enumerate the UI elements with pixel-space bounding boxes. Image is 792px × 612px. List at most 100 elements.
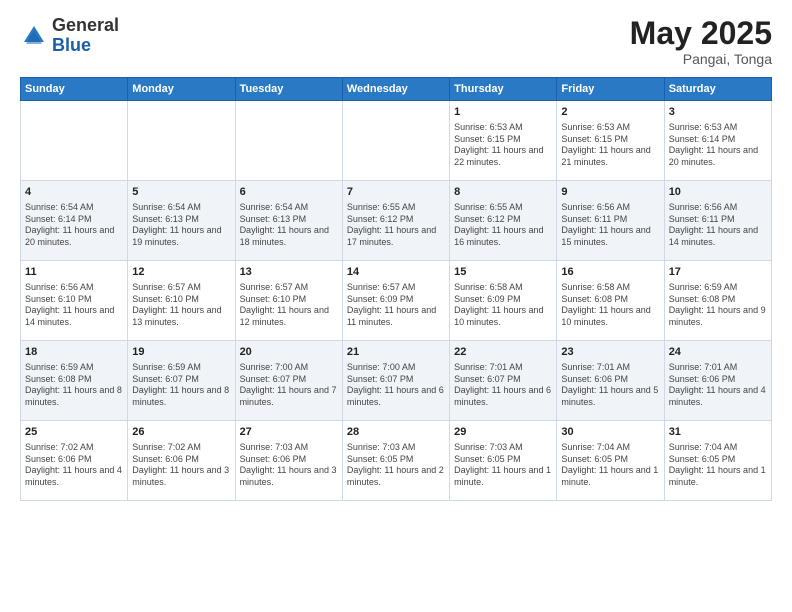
calendar-day-cell: 31Sunrise: 7:04 AM Sunset: 6:05 PM Dayli… — [664, 421, 771, 501]
weekday-header: Saturday — [664, 78, 771, 101]
calendar-day-cell: 3 Sunrise: 6:53 AM Sunset: 6:14 PM Daylig… — [664, 101, 771, 181]
calendar-day-cell: 15Sunrise: 6:58 AM Sunset: 6:09 PM Dayli… — [450, 261, 557, 341]
day-number: 15 — [454, 265, 552, 280]
day-number: 5 — [132, 185, 230, 200]
day-number: 26 — [132, 425, 230, 440]
calendar-day-cell: 26Sunrise: 7:02 AM Sunset: 6:06 PM Dayli… — [128, 421, 235, 501]
calendar-day-cell: 16Sunrise: 6:58 AM Sunset: 6:08 PM Dayli… — [557, 261, 664, 341]
calendar-week-row: 25Sunrise: 7:02 AM Sunset: 6:06 PM Dayli… — [21, 421, 772, 501]
calendar-day-cell: 5Sunrise: 6:54 AM Sunset: 6:13 PM Daylig… — [128, 181, 235, 261]
day-info: Sunrise: 6:55 AM Sunset: 6:12 PM Dayligh… — [347, 202, 445, 249]
calendar-day-cell: 6 Sunrise: 6:54 AM Sunset: 6:13 PM Daylig… — [235, 181, 342, 261]
weekday-header-row: SundayMondayTuesdayWednesdayThursdayFrid… — [21, 78, 772, 101]
calendar-day-cell: 29Sunrise: 7:03 AM Sunset: 6:05 PM Dayli… — [450, 421, 557, 501]
day-info: Sunrise: 7:03 AM Sunset: 6:06 PM Dayligh… — [240, 442, 338, 489]
calendar-header: SundayMondayTuesdayWednesdayThursdayFrid… — [21, 78, 772, 101]
weekday-header: Thursday — [450, 78, 557, 101]
calendar-day-cell: 10Sunrise: 6:56 AM Sunset: 6:11 PM Dayli… — [664, 181, 771, 261]
weekday-header: Tuesday — [235, 78, 342, 101]
calendar-day-cell: 13 Sunrise: 6:57 AM Sunset: 6:10 PM Dayli… — [235, 261, 342, 341]
day-number: 17 — [669, 265, 767, 280]
calendar-day-cell: 18 Sunrise: 6:59 AM Sunset: 6:08 PM Dayli… — [21, 341, 128, 421]
calendar-day-cell: 25Sunrise: 7:02 AM Sunset: 6:06 PM Dayli… — [21, 421, 128, 501]
day-number: 27 — [240, 425, 338, 440]
day-number: 1 — [454, 105, 552, 120]
calendar-week-row: 18 Sunrise: 6:59 AM Sunset: 6:08 PM Dayli… — [21, 341, 772, 421]
calendar-day-cell — [21, 101, 128, 181]
day-info: Sunrise: 7:04 AM Sunset: 6:05 PM Dayligh… — [669, 442, 767, 489]
day-info: Sunrise: 6:53 AM Sunset: 6:15 PM Dayligh… — [561, 122, 659, 169]
day-info: Sunrise: 6:56 AM Sunset: 6:11 PM Dayligh… — [669, 202, 767, 249]
day-info: Sunrise: 7:02 AM Sunset: 6:06 PM Dayligh… — [25, 442, 123, 489]
calendar-day-cell: 12 Sunrise: 6:57 AM Sunset: 6:10 PM Dayli… — [128, 261, 235, 341]
day-number: 24 — [669, 345, 767, 360]
day-number: 28 — [347, 425, 445, 440]
calendar-day-cell: 23Sunrise: 7:01 AM Sunset: 6:06 PM Dayli… — [557, 341, 664, 421]
day-info: Sunrise: 6:57 AM Sunset: 6:10 PM Dayligh… — [132, 282, 230, 329]
calendar-day-cell: 8Sunrise: 6:55 AM Sunset: 6:12 PM Daylig… — [450, 181, 557, 261]
day-number: 30 — [561, 425, 659, 440]
header: General Blue May 2025 Pangai, Tonga — [20, 16, 772, 67]
day-number: 12 — [132, 265, 230, 280]
day-info: Sunrise: 6:54 AM Sunset: 6:14 PM Dayligh… — [25, 202, 123, 249]
calendar-day-cell: 1 Sunrise: 6:53 AM Sunset: 6:15 PM Daylig… — [450, 101, 557, 181]
day-number: 4 — [25, 185, 123, 200]
day-info: Sunrise: 6:57 AM Sunset: 6:09 PM Dayligh… — [347, 282, 445, 329]
day-number: 18 — [25, 345, 123, 360]
day-info: Sunrise: 6:59 AM Sunset: 6:08 PM Dayligh… — [669, 282, 767, 329]
logo-text: General Blue — [52, 16, 119, 56]
location-subtitle: Pangai, Tonga — [630, 51, 772, 67]
day-info: Sunrise: 6:59 AM Sunset: 6:08 PM Dayligh… — [25, 362, 123, 409]
day-number: 29 — [454, 425, 552, 440]
day-number: 14 — [347, 265, 445, 280]
calendar-week-row: 1 Sunrise: 6:53 AM Sunset: 6:15 PM Daylig… — [21, 101, 772, 181]
day-number: 2 — [561, 105, 659, 120]
day-number: 22 — [454, 345, 552, 360]
calendar-day-cell: 9Sunrise: 6:56 AM Sunset: 6:11 PM Daylig… — [557, 181, 664, 261]
day-info: Sunrise: 7:01 AM Sunset: 6:06 PM Dayligh… — [669, 362, 767, 409]
day-info: Sunrise: 6:56 AM Sunset: 6:10 PM Dayligh… — [25, 282, 123, 329]
day-number: 8 — [454, 185, 552, 200]
logo-blue: Blue — [52, 36, 119, 56]
day-number: 7 — [347, 185, 445, 200]
logo-icon — [20, 22, 48, 50]
calendar-body: 1 Sunrise: 6:53 AM Sunset: 6:15 PM Daylig… — [21, 101, 772, 501]
day-info: Sunrise: 6:59 AM Sunset: 6:07 PM Dayligh… — [132, 362, 230, 409]
calendar-day-cell: 4 Sunrise: 6:54 AM Sunset: 6:14 PM Daylig… — [21, 181, 128, 261]
day-info: Sunrise: 6:57 AM Sunset: 6:10 PM Dayligh… — [240, 282, 338, 329]
calendar-day-cell: 21 Sunrise: 7:00 AM Sunset: 6:07 PM Dayli… — [342, 341, 449, 421]
day-number: 3 — [669, 105, 767, 120]
day-number: 13 — [240, 265, 338, 280]
day-info: Sunrise: 7:00 AM Sunset: 6:07 PM Dayligh… — [240, 362, 338, 409]
day-number: 6 — [240, 185, 338, 200]
day-number: 16 — [561, 265, 659, 280]
calendar-day-cell: 2 Sunrise: 6:53 AM Sunset: 6:15 PM Daylig… — [557, 101, 664, 181]
day-number: 19 — [132, 345, 230, 360]
calendar-day-cell: 19 Sunrise: 6:59 AM Sunset: 6:07 PM Dayli… — [128, 341, 235, 421]
logo-general: General — [52, 16, 119, 36]
day-info: Sunrise: 6:53 AM Sunset: 6:15 PM Dayligh… — [454, 122, 552, 169]
title-section: May 2025 Pangai, Tonga — [630, 16, 772, 67]
calendar-week-row: 11Sunrise: 6:56 AM Sunset: 6:10 PM Dayli… — [21, 261, 772, 341]
day-info: Sunrise: 7:00 AM Sunset: 6:07 PM Dayligh… — [347, 362, 445, 409]
day-number: 21 — [347, 345, 445, 360]
weekday-header: Sunday — [21, 78, 128, 101]
calendar-table: SundayMondayTuesdayWednesdayThursdayFrid… — [20, 77, 772, 501]
day-info: Sunrise: 6:54 AM Sunset: 6:13 PM Dayligh… — [240, 202, 338, 249]
day-info: Sunrise: 6:53 AM Sunset: 6:14 PM Dayligh… — [669, 122, 767, 169]
month-year-title: May 2025 — [630, 16, 772, 51]
day-info: Sunrise: 7:01 AM Sunset: 6:07 PM Dayligh… — [454, 362, 552, 409]
day-info: Sunrise: 7:04 AM Sunset: 6:05 PM Dayligh… — [561, 442, 659, 489]
weekday-header: Wednesday — [342, 78, 449, 101]
calendar-day-cell: 27 Sunrise: 7:03 AM Sunset: 6:06 PM Dayli… — [235, 421, 342, 501]
calendar-day-cell: 20 Sunrise: 7:00 AM Sunset: 6:07 PM Dayli… — [235, 341, 342, 421]
calendar-day-cell: 11Sunrise: 6:56 AM Sunset: 6:10 PM Dayli… — [21, 261, 128, 341]
weekday-header: Monday — [128, 78, 235, 101]
calendar-day-cell: 22 Sunrise: 7:01 AM Sunset: 6:07 PM Dayli… — [450, 341, 557, 421]
calendar-day-cell — [128, 101, 235, 181]
calendar-day-cell: 7 Sunrise: 6:55 AM Sunset: 6:12 PM Daylig… — [342, 181, 449, 261]
calendar-week-row: 4 Sunrise: 6:54 AM Sunset: 6:14 PM Daylig… — [21, 181, 772, 261]
page: General Blue May 2025 Pangai, Tonga Sund… — [0, 0, 792, 612]
day-number: 20 — [240, 345, 338, 360]
day-info: Sunrise: 6:56 AM Sunset: 6:11 PM Dayligh… — [561, 202, 659, 249]
